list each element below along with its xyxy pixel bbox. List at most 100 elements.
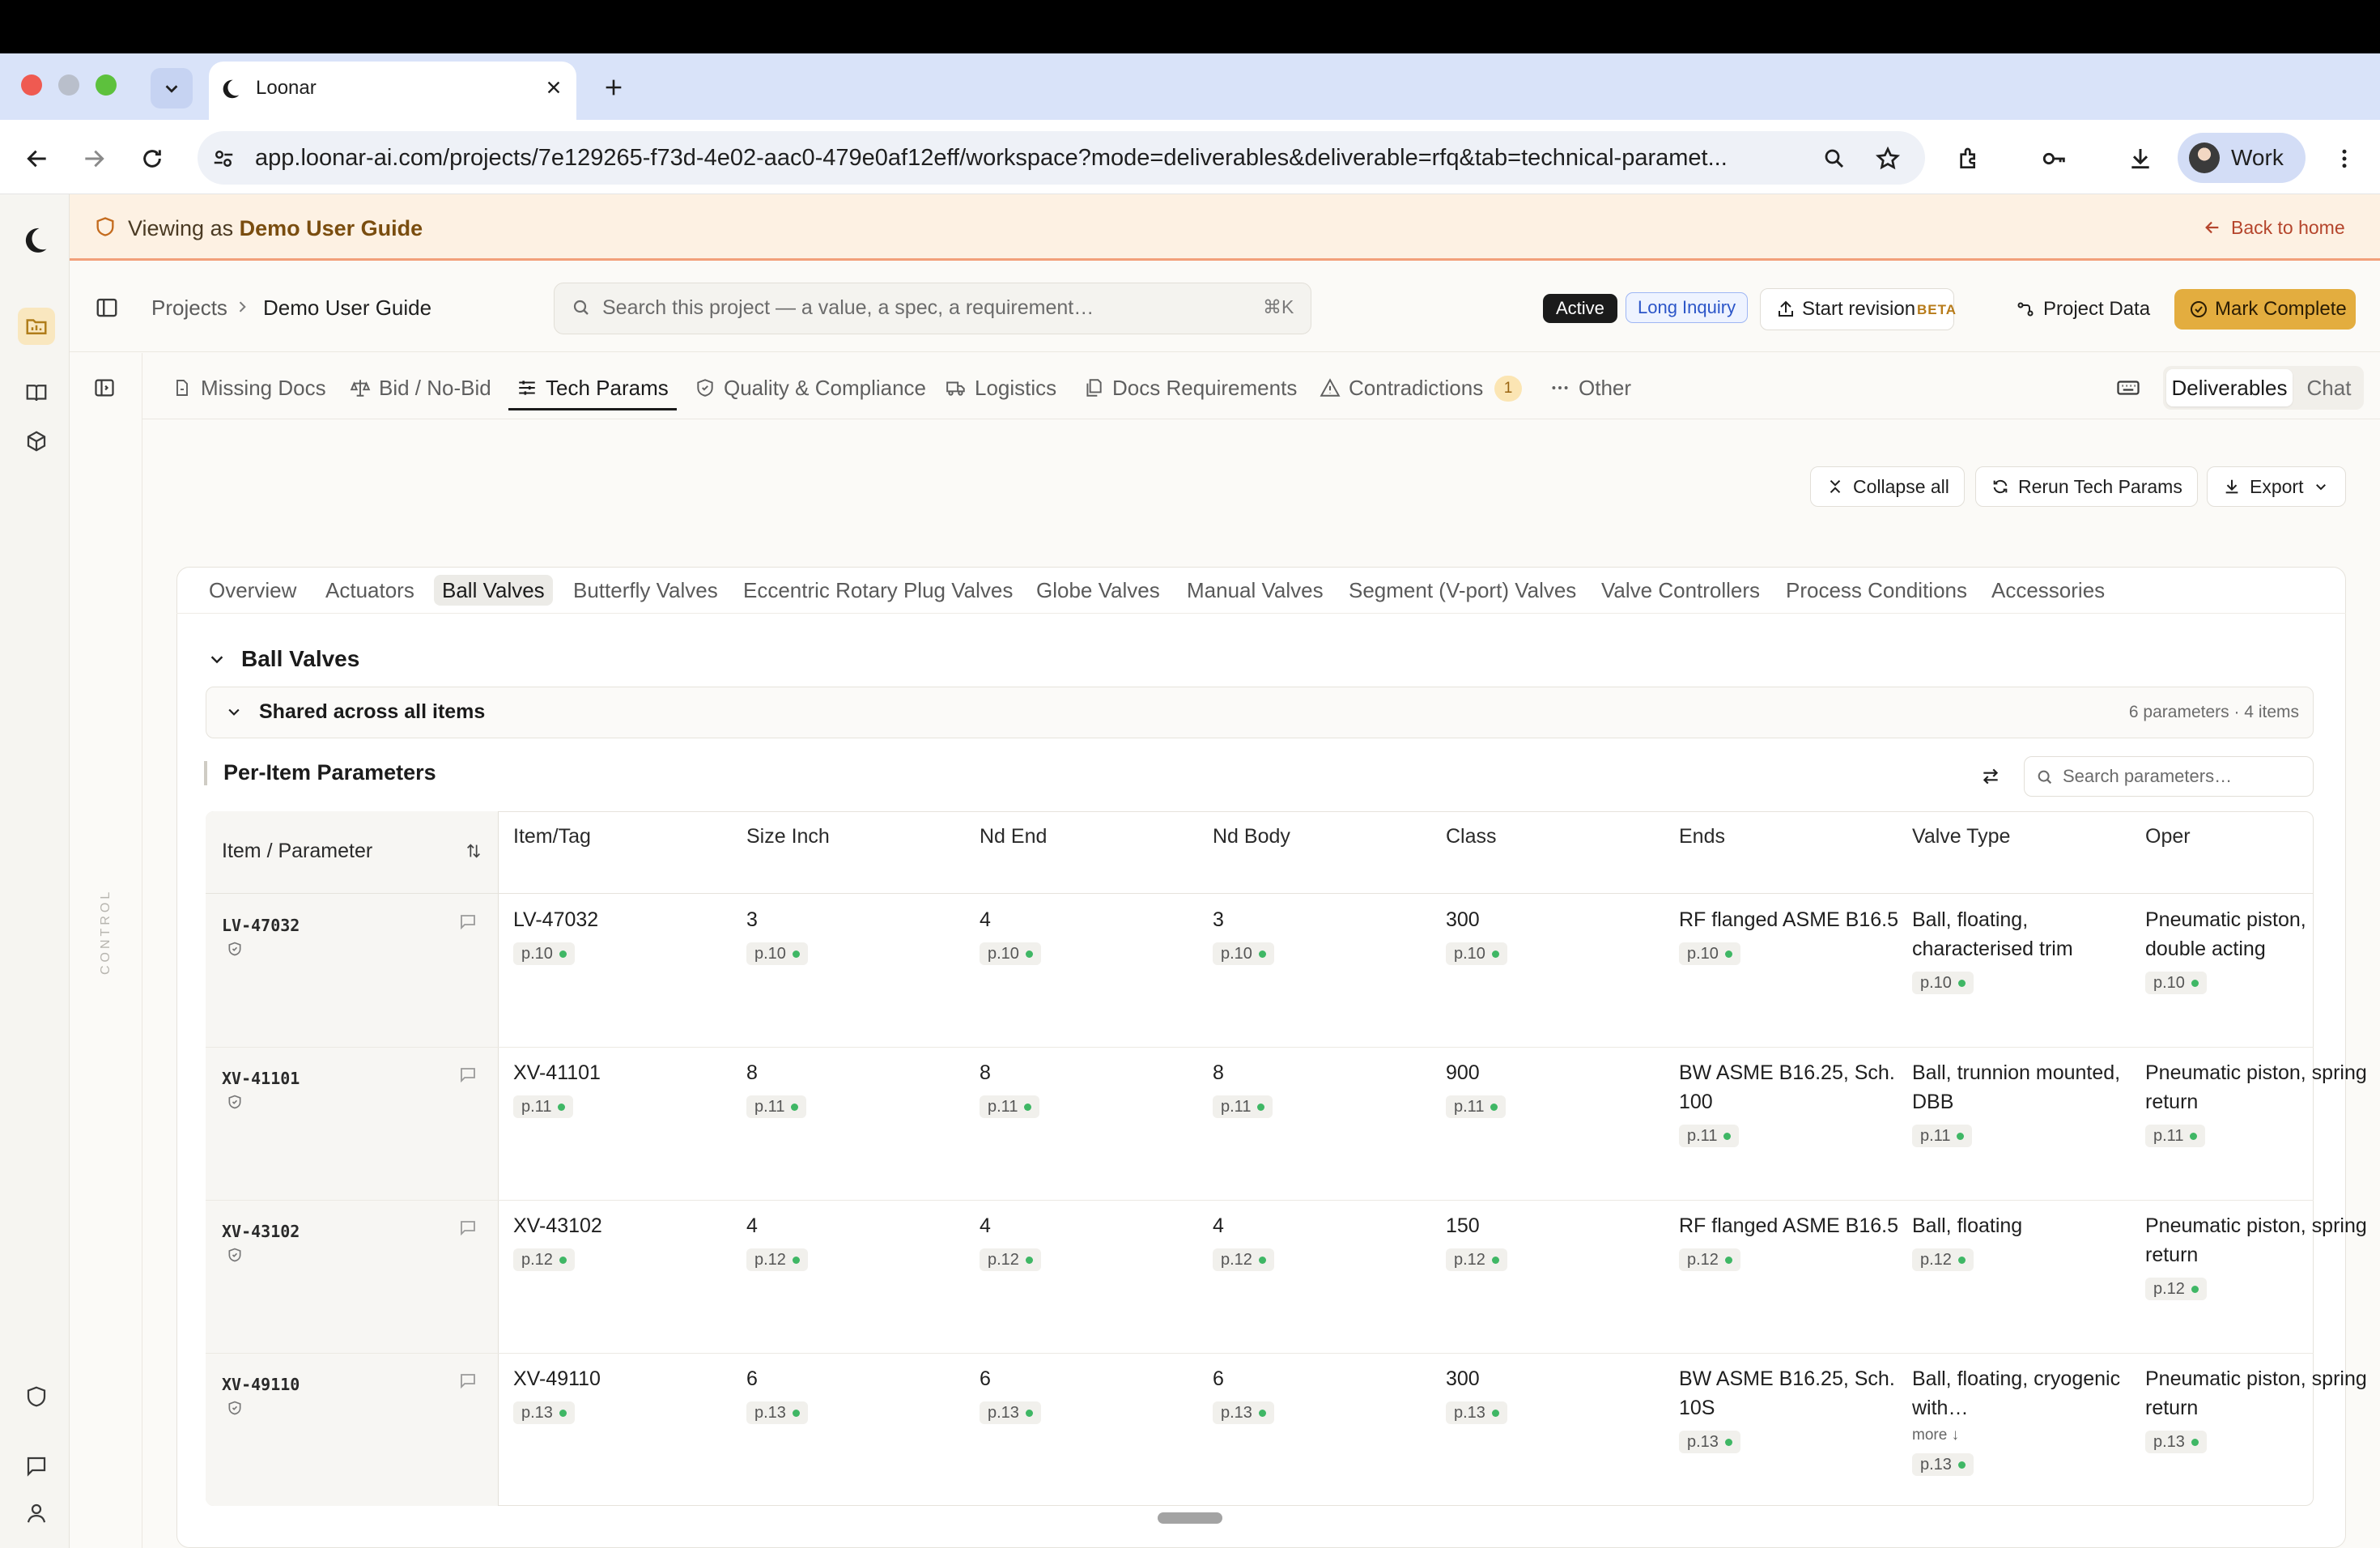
table-cell[interactable]: 6 p.13 bbox=[1213, 1364, 1439, 1426]
column-header-item[interactable]: Item / Parameter bbox=[222, 839, 372, 863]
table-cell[interactable]: XV-49110 p.13 bbox=[513, 1364, 740, 1426]
tab-quality-compliance[interactable]: Quality & Compliance bbox=[693, 374, 926, 402]
tab-bid-no-bid[interactable]: Bid / No-Bid bbox=[348, 374, 491, 402]
collapse-all-button[interactable]: Collapse all bbox=[1810, 466, 1965, 507]
row-item-tag[interactable]: LV-47032 bbox=[222, 915, 300, 936]
source-page-chip[interactable]: p.10 bbox=[1446, 942, 1507, 965]
source-page-chip[interactable]: p.12 bbox=[1679, 1248, 1740, 1271]
subtab-overview[interactable]: Overview bbox=[201, 575, 304, 606]
source-page-chip[interactable]: p.12 bbox=[1213, 1248, 1274, 1271]
source-page-chip[interactable]: p.10 bbox=[2145, 972, 2207, 994]
back-to-home-link[interactable]: Back to home bbox=[2231, 215, 2345, 240]
user-icon[interactable] bbox=[23, 1499, 50, 1527]
sort-icon[interactable] bbox=[463, 840, 484, 861]
subtab-valve-controllers[interactable]: Valve Controllers bbox=[1593, 575, 1768, 606]
subtab-accessories[interactable]: Accessories bbox=[1983, 575, 2113, 606]
url-text[interactable]: app.loonar-ai.com/projects/7e129265-f73d… bbox=[255, 144, 1801, 172]
table-cell[interactable]: 8 p.11 bbox=[1213, 1058, 1439, 1120]
window-zoom-button[interactable] bbox=[96, 74, 117, 96]
source-page-chip[interactable]: p.13 bbox=[2145, 1431, 2207, 1453]
loonar-logo-icon[interactable] bbox=[21, 223, 50, 257]
table-cell[interactable]: BW ASME B16.25, Sch. 100 p.11 bbox=[1679, 1058, 1906, 1149]
table-cell[interactable]: 8 p.11 bbox=[980, 1058, 1206, 1120]
table-cell[interactable]: 900 p.11 bbox=[1446, 1058, 1672, 1120]
keyboard-icon[interactable] bbox=[2114, 374, 2142, 402]
comment-icon[interactable] bbox=[457, 1063, 479, 1086]
view-deliverables-button[interactable]: Deliverables bbox=[2166, 369, 2293, 406]
column-header[interactable]: Nd Body bbox=[1213, 824, 1290, 848]
column-header[interactable]: Class bbox=[1446, 824, 1497, 848]
table-cell[interactable]: Ball, floating p.12 bbox=[1912, 1211, 2139, 1273]
tab-tech-params[interactable]: Tech Params bbox=[515, 374, 669, 402]
tab-search-button[interactable] bbox=[151, 68, 193, 108]
close-icon[interactable] bbox=[541, 74, 567, 100]
project-search-input[interactable] bbox=[602, 293, 1250, 322]
row-item-tag[interactable]: XV-43102 bbox=[222, 1221, 300, 1242]
column-header[interactable]: Ends bbox=[1679, 824, 1725, 848]
source-page-chip[interactable]: p.11 bbox=[2145, 1125, 2206, 1147]
table-cell[interactable]: XV-41101 p.11 bbox=[513, 1058, 740, 1120]
reload-icon[interactable] bbox=[136, 142, 168, 175]
source-page-chip[interactable]: p.12 bbox=[1446, 1248, 1507, 1271]
source-page-chip[interactable]: p.11 bbox=[1213, 1095, 1273, 1118]
table-cell[interactable]: Pneumatic piston, spring return p.12 bbox=[2145, 1211, 2372, 1302]
shield-icon[interactable] bbox=[23, 1383, 50, 1410]
breadcrumb-projects[interactable]: Projects bbox=[151, 295, 227, 321]
source-page-chip[interactable]: p.11 bbox=[980, 1095, 1040, 1118]
chevron-down-icon[interactable] bbox=[206, 648, 228, 670]
rerun-tech-params-button[interactable]: Rerun Tech Params bbox=[1975, 466, 2198, 507]
source-page-chip[interactable]: p.12 bbox=[2145, 1278, 2207, 1300]
source-page-chip[interactable]: p.11 bbox=[1679, 1125, 1740, 1147]
source-page-chip[interactable]: p.11 bbox=[1446, 1095, 1507, 1118]
source-page-chip[interactable]: p.13 bbox=[513, 1401, 575, 1424]
source-page-chip[interactable]: p.12 bbox=[1912, 1248, 1974, 1271]
tab-logistics[interactable]: Logistics bbox=[944, 374, 1056, 402]
source-page-chip[interactable]: p.11 bbox=[1912, 1125, 1973, 1147]
subtab-segment-valves[interactable]: Segment (V-port) Valves bbox=[1341, 575, 1584, 606]
row-item-tag[interactable]: XV-41101 bbox=[222, 1068, 300, 1089]
row-item-tag[interactable]: XV-49110 bbox=[222, 1374, 300, 1395]
export-button[interactable]: Export bbox=[2207, 466, 2347, 507]
subtab-globe-valves[interactable]: Globe Valves bbox=[1028, 575, 1168, 606]
subtab-eccentric-rotary-plug-valves[interactable]: Eccentric Rotary Plug Valves bbox=[735, 575, 1021, 606]
table-cell[interactable]: Ball, floating, characterised trim p.10 bbox=[1912, 905, 2139, 996]
forward-arrow-icon[interactable] bbox=[78, 142, 110, 175]
shared-parameters-row[interactable] bbox=[206, 687, 2314, 738]
more-link[interactable]: more ↓ bbox=[1912, 1426, 2139, 1445]
extensions-puzzle-icon[interactable] bbox=[1953, 142, 1985, 175]
window-minimize-button[interactable] bbox=[58, 74, 79, 96]
table-cell[interactable]: Pneumatic piston, spring return p.13 bbox=[2145, 1364, 2372, 1455]
tab-missing-docs[interactable]: Missing Docs bbox=[170, 374, 326, 402]
rail-projects-button[interactable] bbox=[18, 308, 55, 345]
source-page-chip[interactable]: p.13 bbox=[746, 1401, 808, 1424]
table-cell[interactable]: 4 p.12 bbox=[1213, 1211, 1439, 1273]
source-page-chip[interactable]: p.11 bbox=[746, 1095, 807, 1118]
table-cell[interactable]: 8 p.11 bbox=[746, 1058, 973, 1120]
source-page-chip[interactable]: p.10 bbox=[1912, 972, 1974, 994]
column-header[interactable]: Oper bbox=[2145, 824, 2191, 848]
panel-expand-icon[interactable] bbox=[91, 374, 118, 402]
table-cell[interactable]: BW ASME B16.25, Sch. 10S p.13 bbox=[1679, 1364, 1906, 1455]
kebab-menu-icon[interactable] bbox=[2328, 142, 2361, 175]
table-cell[interactable]: Ball, trunnion mounted, DBB p.11 bbox=[1912, 1058, 2139, 1149]
table-cell[interactable]: 6 p.13 bbox=[980, 1364, 1206, 1426]
sidebar-toggle-icon[interactable] bbox=[92, 293, 121, 322]
table-cell[interactable]: RF flanged ASME B16.5 p.10 bbox=[1679, 905, 1906, 967]
site-settings-icon[interactable] bbox=[207, 142, 240, 175]
view-chat-button[interactable]: Chat bbox=[2299, 369, 2359, 406]
table-cell[interactable]: 300 p.13 bbox=[1446, 1364, 1672, 1426]
column-header[interactable]: Size Inch bbox=[746, 824, 830, 848]
source-page-chip[interactable]: p.13 bbox=[1912, 1453, 1974, 1476]
source-page-chip[interactable]: p.13 bbox=[980, 1401, 1041, 1424]
table-cell[interactable]: 150 p.12 bbox=[1446, 1211, 1672, 1273]
downloads-icon[interactable] bbox=[2124, 142, 2157, 175]
window-close-button[interactable] bbox=[21, 74, 42, 96]
table-cell[interactable]: Pneumatic piston, spring return p.11 bbox=[2145, 1058, 2372, 1149]
tab-other[interactable]: Other bbox=[1548, 374, 1631, 402]
comment-icon[interactable] bbox=[457, 910, 479, 933]
source-page-chip[interactable]: p.10 bbox=[1213, 942, 1274, 965]
subtab-actuators[interactable]: Actuators bbox=[317, 575, 423, 606]
table-cell[interactable]: Ball, floating, cryogenic with… more ↓ p.1… bbox=[1912, 1364, 2139, 1478]
bookmark-star-icon[interactable] bbox=[1872, 142, 1904, 175]
package-cube-icon[interactable] bbox=[23, 427, 50, 455]
